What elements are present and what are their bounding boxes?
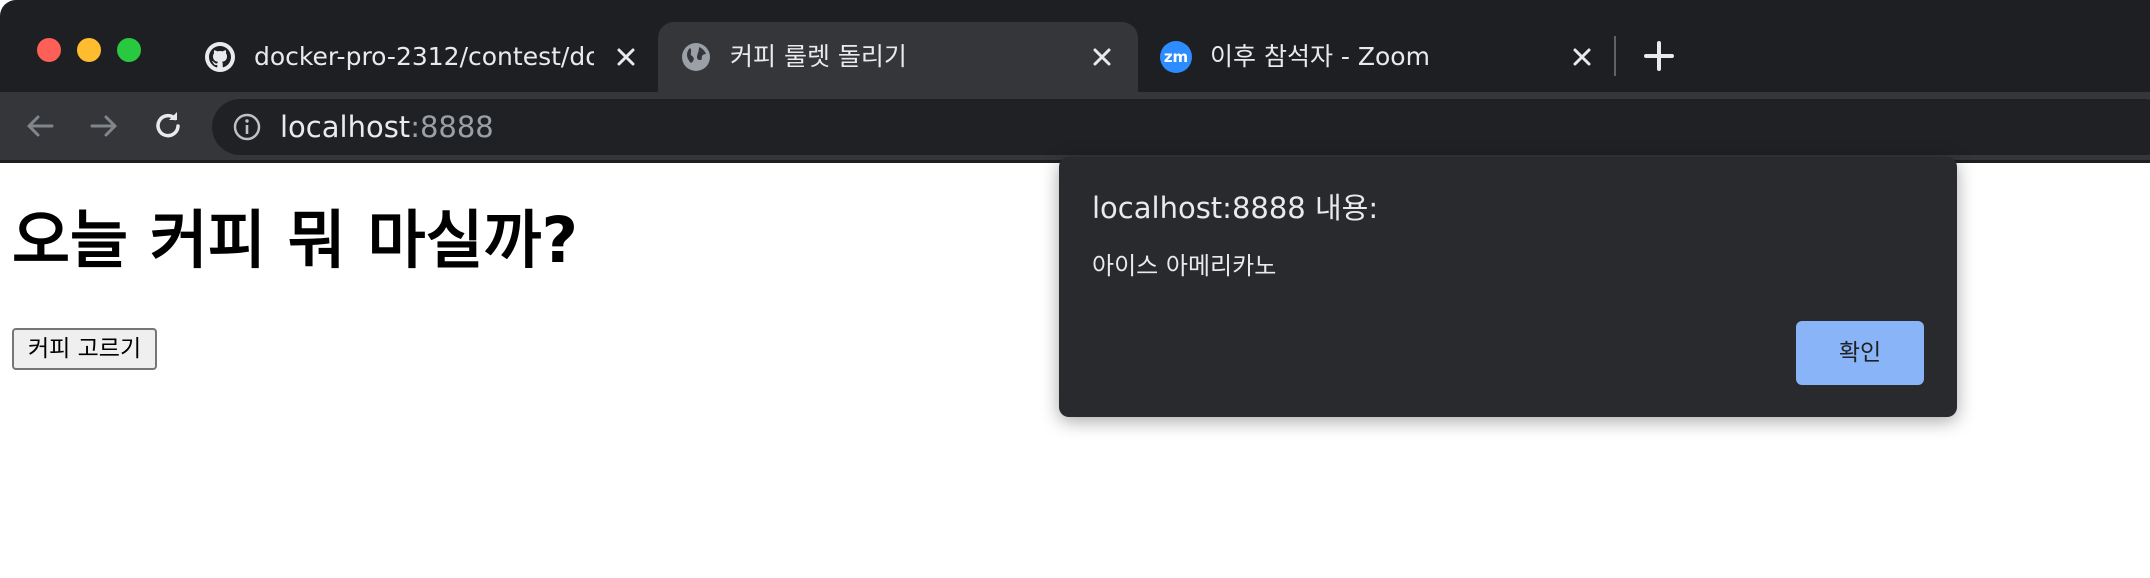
url-host: localhost [280,110,411,144]
zoom-icon: zm [1160,41,1192,73]
forward-icon[interactable] [87,109,121,143]
tab-title: docker-pro-2312/contest/dock [254,42,594,71]
tab-strip: docker-pro-2312/contest/dock 커피 룰렛 돌리기 z… [0,0,2150,92]
tab-divider [1614,36,1616,76]
dialog-ok-button[interactable]: 확인 [1796,321,1924,385]
new-tab-icon[interactable] [1641,38,1677,74]
back-icon[interactable] [23,109,57,143]
url-text: localhost:8888 [280,109,494,145]
url-port: :8888 [410,110,494,144]
alert-dialog: localhost:8888 내용: 아이스 아메리카노 확인 [1059,157,1957,417]
dialog-title: localhost:8888 내용: [1092,191,1379,225]
dialog-message: 아이스 아메리카노 [1092,252,1277,280]
globe-icon [682,43,710,71]
github-icon [205,42,235,72]
zoom-icon-text: zm [1163,48,1189,66]
tab-title: 이후 참석자 - Zoom [1210,42,1430,71]
window-maximize-button[interactable] [117,38,141,62]
tab-zoom[interactable]: zm 이후 참석자 - Zoom [1138,22,1614,92]
close-tab-icon[interactable] [1088,43,1116,71]
tab-title: 커피 룰렛 돌리기 [730,42,907,71]
tab-coffee-roulette[interactable]: 커피 룰렛 돌리기 [658,22,1138,92]
close-tab-icon[interactable] [612,43,640,71]
pick-coffee-button[interactable]: 커피 고르기 [12,328,158,370]
tab-github[interactable]: docker-pro-2312/contest/dock [182,22,658,92]
window-minimize-button[interactable] [77,38,101,62]
page-title: 오늘 커피 뭐 마실까? [12,204,579,277]
browser-toolbar: localhost:8888 [0,92,2150,160]
address-bar[interactable]: localhost:8888 [212,99,2150,155]
site-info-icon[interactable] [232,112,262,142]
window-close-button[interactable] [37,38,61,62]
close-tab-icon[interactable] [1568,43,1596,71]
browser-window: docker-pro-2312/contest/dock 커피 룰렛 돌리기 z… [0,0,2150,578]
reload-icon[interactable] [151,109,185,143]
